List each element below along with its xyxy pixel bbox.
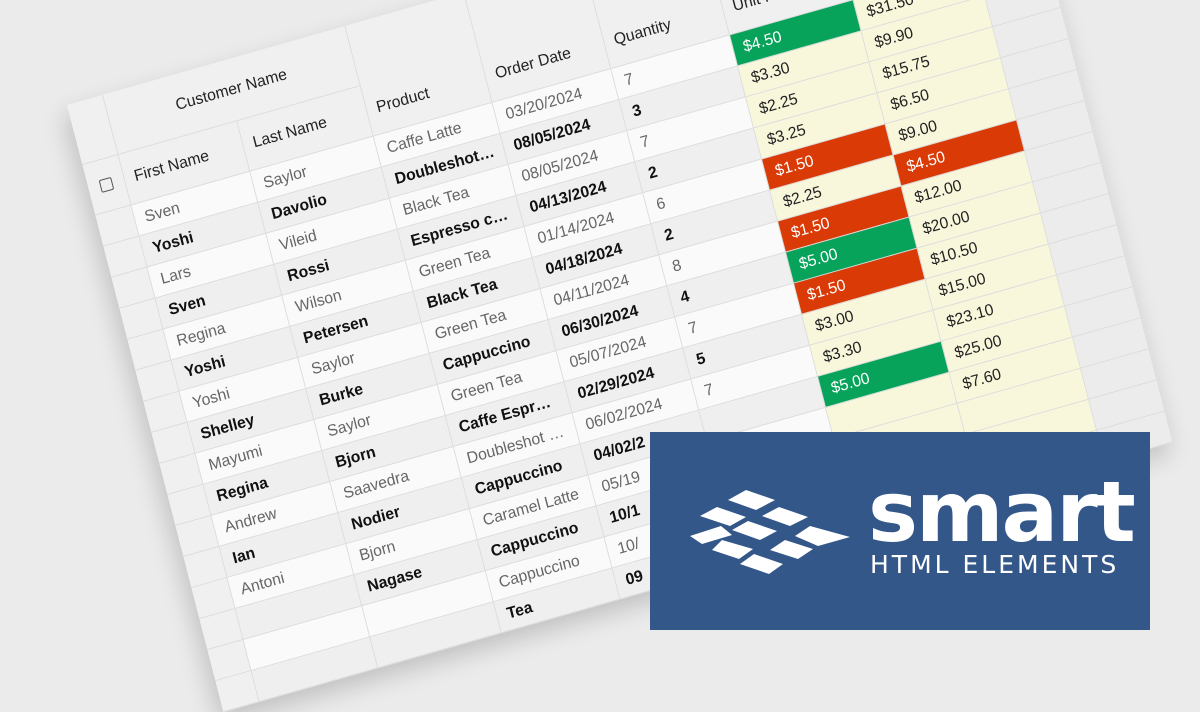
brand-logo-panel: smart HTML ELEMENTS [650,432,1150,630]
logo-wordmark: smart [868,470,1134,554]
checkbox-icon[interactable] [99,177,115,193]
logo-subtitle: HTML ELEMENTS [870,550,1119,579]
smart-logo-icon [690,488,850,578]
